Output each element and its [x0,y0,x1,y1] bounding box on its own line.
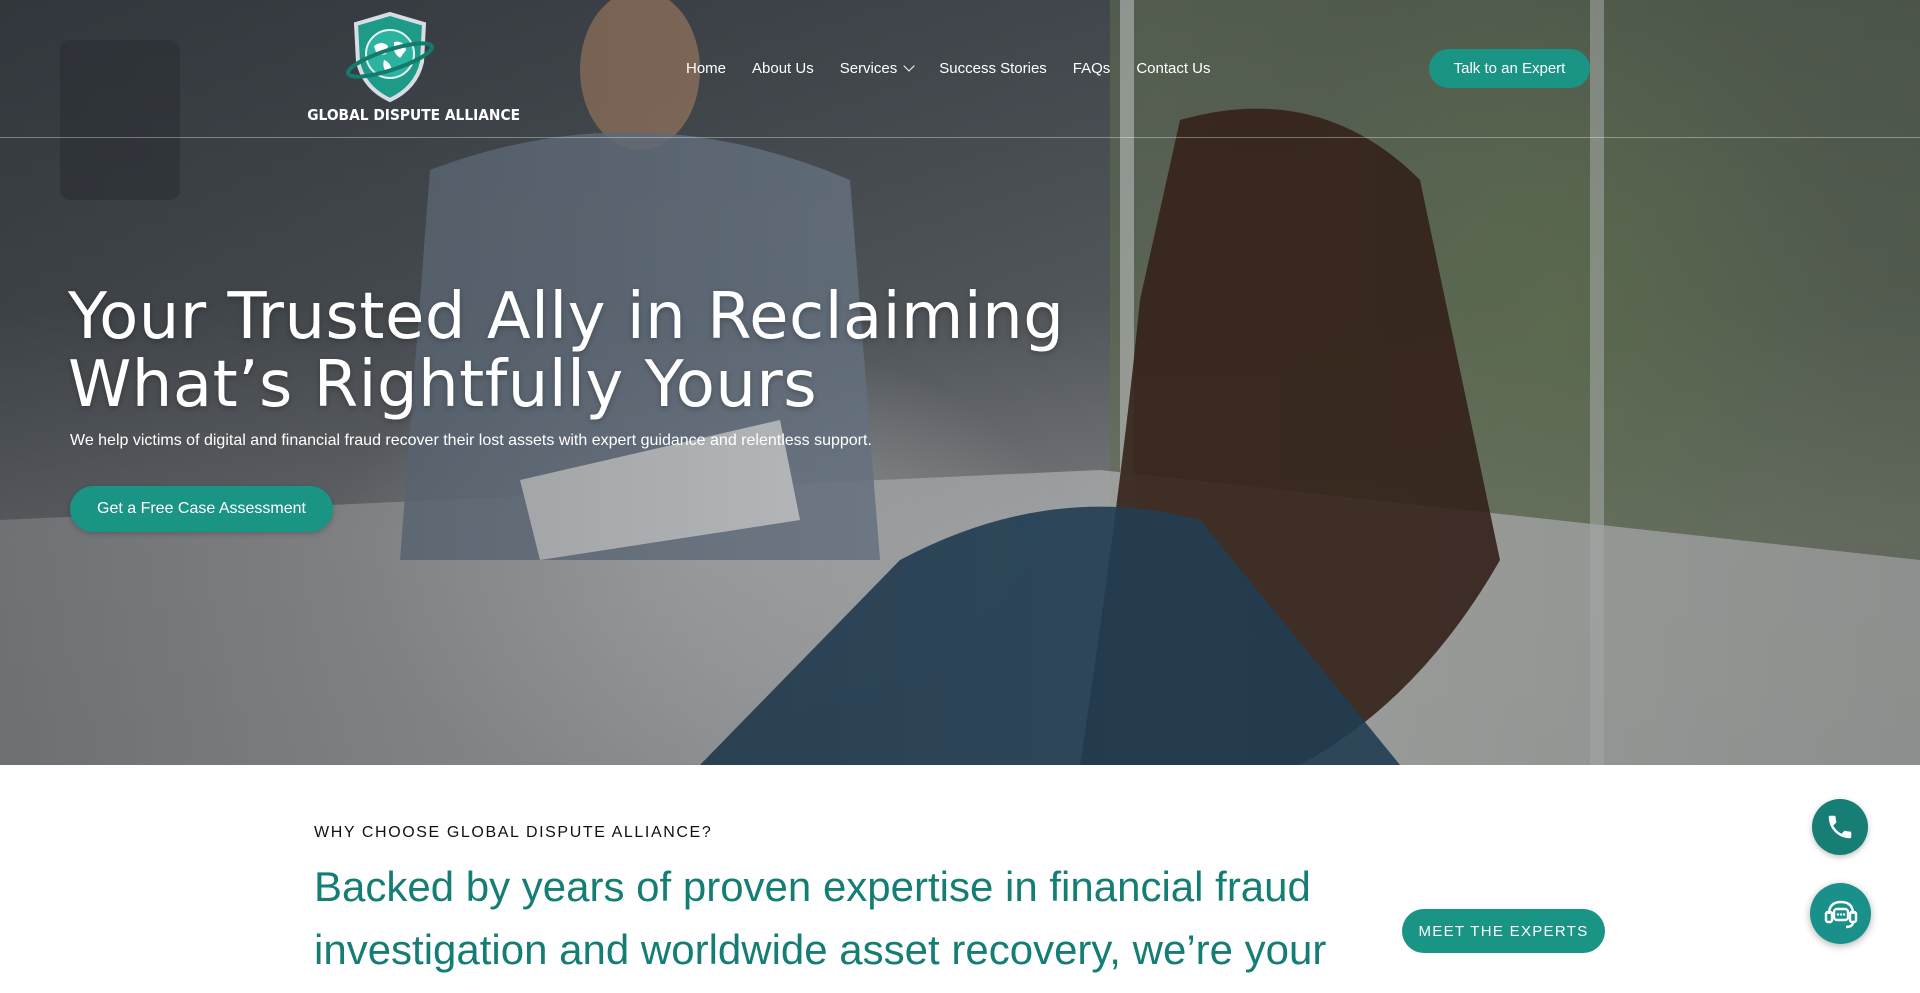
hero-title-line-2: What’s Rightfully Yours [68,348,818,422]
nav-item-contact-us[interactable]: Contact Us [1136,60,1210,77]
main-nav: Home About Us Services Success Stories F… [686,57,1211,79]
logo-text: GLOBAL DISPUTE ALLIANCE [307,106,521,124]
nav-item-home[interactable]: Home [686,60,726,77]
floating-chat-button[interactable] [1810,883,1871,944]
why-choose-section: WHY CHOOSE GLOBAL DISPUTE ALLIANCE? Back… [0,765,1920,993]
nav-item-about-us[interactable]: About Us [752,60,814,77]
nav-item-services[interactable]: Services [839,59,915,77]
talk-to-expert-button[interactable]: Talk to an Expert [1429,49,1590,88]
hero-section: GLOBAL DISPUTE ALLIANCE Home About Us Se… [0,0,1920,765]
globe-shield-icon [346,11,434,102]
nav-item-faqs[interactable]: FAQs [1073,60,1111,77]
site-header: GLOBAL DISPUTE ALLIANCE Home About Us Se… [0,0,1920,138]
floating-phone-button[interactable] [1812,799,1868,855]
chevron-down-icon [903,59,915,72]
free-case-assessment-button[interactable]: Get a Free Case Assessment [70,486,333,532]
why-heading: Backed by years of proven expertise in f… [314,863,1327,973]
nav-item-services-label: Services [839,59,898,77]
meet-the-experts-button[interactable]: MEET THE EXPERTS [1402,909,1605,953]
hero-title: Your Trusted Ally in Reclaiming What’s R… [68,283,1168,419]
hero-subtitle: We help victims of digital and financial… [70,432,872,449]
logo[interactable]: GLOBAL DISPUTE ALLIANCE [300,10,521,128]
chat-support-icon [1824,900,1857,928]
phone-icon [1828,815,1852,839]
hero-title-line-1: Your Trusted Ally in Reclaiming [68,280,1065,354]
why-eyebrow: WHY CHOOSE GLOBAL DISPUTE ALLIANCE? [314,824,713,841]
nav-item-success-stories[interactable]: Success Stories [939,60,1047,77]
